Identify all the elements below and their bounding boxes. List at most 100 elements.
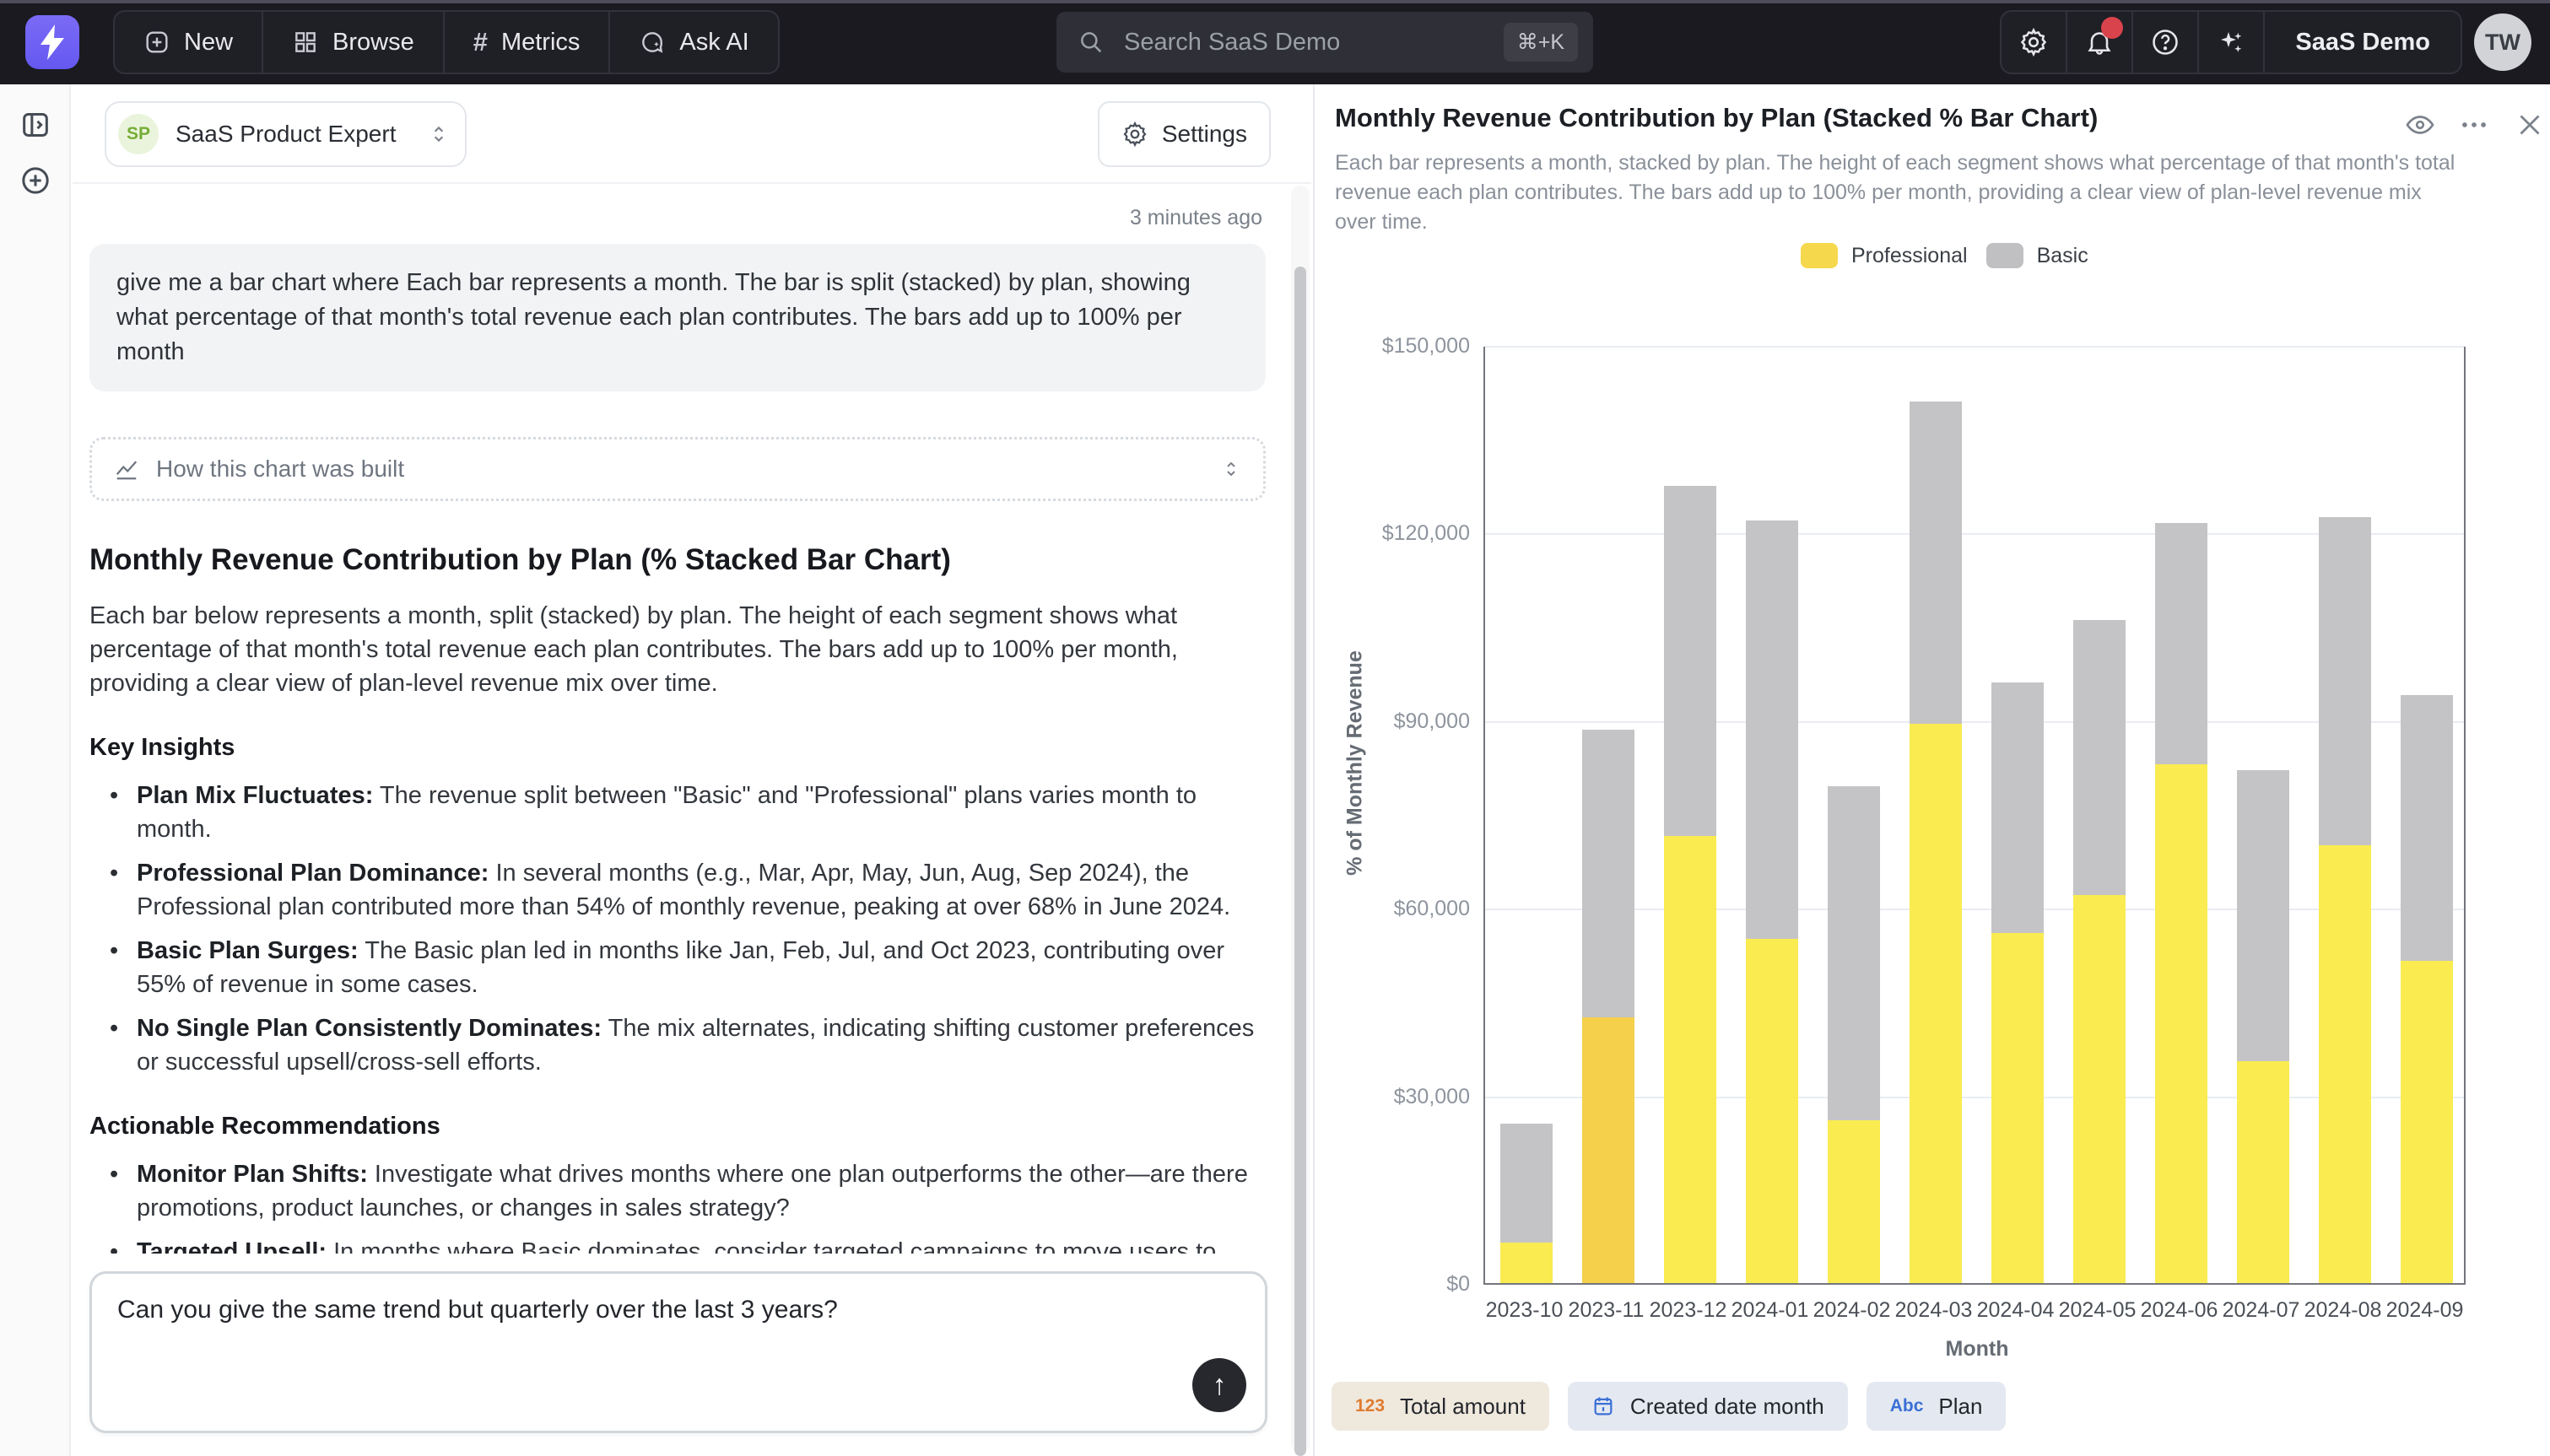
- metrics-button[interactable]: # Metrics: [445, 12, 611, 73]
- gridline: [1485, 721, 2464, 723]
- bar-segment-basic[interactable]: [2073, 620, 2126, 895]
- how-built-label: How this chart was built: [156, 456, 404, 483]
- tag-created-date-month[interactable]: Created date month: [1568, 1382, 1848, 1431]
- chart-plot[interactable]: [1483, 347, 2466, 1285]
- search-icon: [1077, 28, 1105, 57]
- ask-ai-label: Ask AI: [679, 29, 748, 57]
- chat-input[interactable]: Can you give the same trend but quarterl…: [92, 1274, 1265, 1431]
- top-navbar: New Browse # Metrics Ask AI: [0, 0, 2550, 84]
- new-button[interactable]: New: [115, 12, 263, 73]
- browse-label: Browse: [332, 29, 414, 57]
- bar-segment-professional[interactable]: [1746, 939, 1798, 1283]
- chat-scrollbar-track[interactable]: [1291, 186, 1310, 1453]
- bar-segment-basic[interactable]: [1582, 730, 1634, 1017]
- bar-segment-basic[interactable]: [1500, 1124, 1553, 1243]
- eye-icon: [2404, 109, 2436, 141]
- user-message-bubble: give me a bar chart where Each bar repre…: [89, 244, 1266, 391]
- bar-segment-professional[interactable]: [1664, 836, 1716, 1283]
- bar-segment-professional[interactable]: [2319, 845, 2371, 1283]
- navbar-utility-group: SaaS Demo: [2000, 10, 2462, 74]
- bar-segment-professional[interactable]: [2155, 764, 2207, 1283]
- legend-label: Professional: [1851, 244, 1968, 268]
- bar-segment-basic[interactable]: [1991, 682, 2044, 933]
- bar-segment-professional[interactable]: [2073, 895, 2126, 1283]
- message-timestamp: 3 minutes ago: [89, 206, 1266, 230]
- how-chart-built-expander[interactable]: How this chart was built: [89, 437, 1266, 501]
- send-button[interactable]: ↑: [1192, 1358, 1246, 1412]
- legend-item-professional[interactable]: Professional: [1801, 243, 1968, 268]
- plus-circle-icon: [19, 164, 52, 197]
- arrow-up-icon: ↑: [1213, 1369, 1227, 1402]
- bar-segment-basic[interactable]: [2237, 770, 2289, 1061]
- search-placeholder: Search SaaS Demo: [1124, 29, 1504, 57]
- bar-segment-professional[interactable]: [2237, 1061, 2289, 1283]
- bar-segment-professional[interactable]: [1910, 724, 1962, 1283]
- bar-segment-professional[interactable]: [1500, 1243, 1553, 1283]
- app-logo[interactable]: [25, 15, 79, 69]
- preview-eye-button[interactable]: [2401, 106, 2439, 143]
- chat-input-container: Can you give the same trend but quarterl…: [89, 1271, 1267, 1433]
- legend-item-basic[interactable]: Basic: [1986, 243, 2088, 268]
- help-button[interactable]: [2133, 12, 2199, 73]
- lightning-bolt-icon: [38, 24, 67, 60]
- user-avatar[interactable]: TW: [2474, 13, 2531, 71]
- bar-segment-basic[interactable]: [1664, 486, 1716, 836]
- chart-side-panel: Monthly Revenue Contribution by Plan (St…: [1313, 84, 2550, 1456]
- bar-segment-basic[interactable]: [1828, 786, 1880, 1121]
- ask-ai-button[interactable]: Ask AI: [610, 12, 777, 73]
- browse-button[interactable]: Browse: [263, 12, 445, 73]
- bar-segment-basic[interactable]: [1746, 520, 1798, 940]
- new-chat-button[interactable]: [17, 162, 54, 199]
- workspace-menu[interactable]: SaaS Demo: [2265, 12, 2461, 73]
- agent-selector[interactable]: SP SaaS Product Expert: [105, 101, 467, 167]
- bar-segment-professional[interactable]: [1582, 1017, 1634, 1283]
- tag-total-amount[interactable]: 123 Total amount: [1332, 1382, 1549, 1431]
- more-options-button[interactable]: [2455, 106, 2493, 143]
- chat-message-list: 3 minutes ago give me a bar chart where …: [89, 186, 1266, 1254]
- settings-button[interactable]: Settings: [1098, 101, 1271, 167]
- left-rail: [0, 84, 71, 1456]
- plus-square-icon: [143, 29, 170, 56]
- chart-field-tags: 123 Total amount Created date month Abc …: [1332, 1382, 2006, 1431]
- settings-gear-button[interactable]: [2002, 12, 2067, 73]
- list-item: Monitor Plan Shifts: Investigate what dr…: [137, 1157, 1266, 1225]
- gridline: [1485, 346, 2464, 348]
- agent-name: SaaS Product Expert: [176, 121, 396, 148]
- x-axis-tick-label: 2024-09: [2370, 1298, 2480, 1323]
- y-axis-tick-label: $0: [1315, 1272, 1470, 1297]
- navbar-top-accent: [0, 0, 2550, 3]
- close-panel-button[interactable]: [2511, 106, 2548, 143]
- recommendations-heading: Actionable Recommendations: [89, 1113, 1266, 1141]
- chat-header: SP SaaS Product Expert Settings: [73, 84, 1311, 184]
- bar-segment-professional[interactable]: [1991, 933, 2044, 1283]
- list-item: Targeted Upsell: In months where Basic d…: [137, 1235, 1266, 1254]
- agent-avatar: SP: [118, 114, 159, 154]
- tag-plan[interactable]: Abc Plan: [1867, 1382, 2007, 1431]
- chat-scrollbar-thumb[interactable]: [1294, 267, 1306, 1456]
- bar-segment-professional[interactable]: [1828, 1120, 1880, 1283]
- number-field-icon: 123: [1355, 1396, 1385, 1416]
- x-axis-title: Month: [1922, 1337, 2032, 1362]
- legend-swatch-professional: [1801, 243, 1838, 268]
- metrics-label: Metrics: [501, 29, 580, 57]
- chart-panel-description: Each bar represents a month, stacked by …: [1335, 148, 2457, 237]
- global-search-input[interactable]: Search SaaS Demo ⌘+K: [1056, 12, 1593, 73]
- list-item: Plan Mix Fluctuates: The revenue split b…: [137, 779, 1266, 846]
- recommendations-list: Monitor Plan Shifts: Investigate what dr…: [89, 1157, 1266, 1254]
- key-insights-list: Plan Mix Fluctuates: The revenue split b…: [89, 779, 1266, 1079]
- help-circle-icon: [2150, 27, 2180, 57]
- panel-expand-icon: [19, 108, 52, 142]
- bar-segment-basic[interactable]: [1910, 402, 1962, 724]
- key-insights-heading: Key Insights: [89, 734, 1266, 762]
- y-axis-tick-label: $90,000: [1315, 709, 1470, 734]
- bar-segment-professional[interactable]: [2401, 961, 2453, 1283]
- ai-sparkles-button[interactable]: [2199, 12, 2265, 73]
- sidebar-toggle-button[interactable]: [17, 106, 54, 143]
- tag-label: Plan: [1938, 1394, 1982, 1420]
- markdown-title: Monthly Revenue Contribution by Plan (% …: [89, 543, 1266, 577]
- bar-segment-basic[interactable]: [2319, 517, 2371, 845]
- bar-segment-basic[interactable]: [2155, 523, 2207, 763]
- notifications-button[interactable]: [2067, 12, 2133, 73]
- chevron-selector-icon: [1221, 459, 1241, 479]
- bar-segment-basic[interactable]: [2401, 695, 2453, 961]
